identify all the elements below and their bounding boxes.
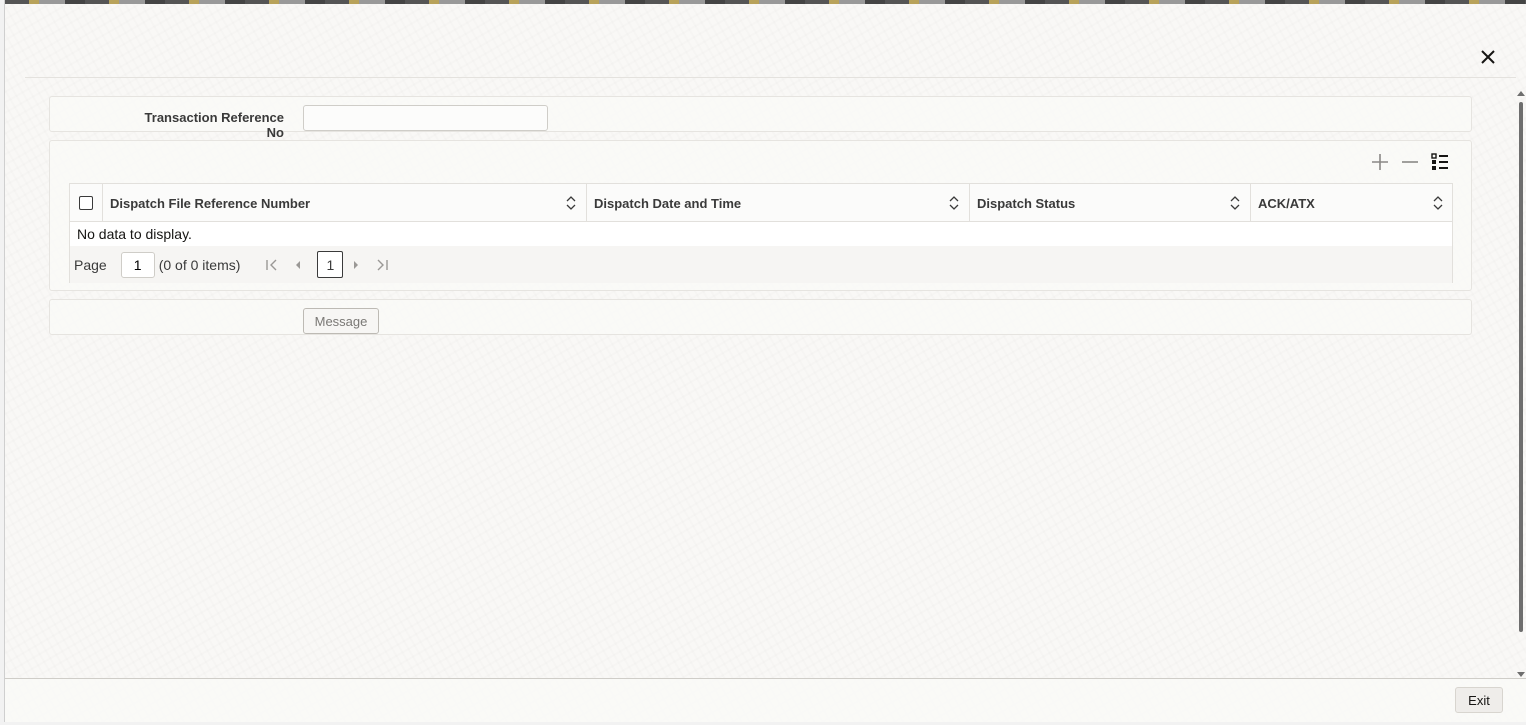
- pagination-bar: Page (0 of 0 items) 1: [70, 246, 1452, 283]
- column-list-button[interactable]: [1429, 151, 1451, 173]
- last-page-button[interactable]: [369, 252, 395, 278]
- column-label: ACK/ATX: [1258, 195, 1315, 211]
- first-page-icon: [266, 259, 277, 270]
- close-button[interactable]: [1477, 46, 1499, 68]
- column-list-icon: [1431, 153, 1448, 170]
- table-header: Dispatch File Reference Number Dispatch …: [70, 184, 1452, 222]
- column-label: Dispatch Status: [977, 195, 1076, 211]
- select-all-cell: [70, 184, 102, 222]
- vertical-scrollbar[interactable]: [1516, 90, 1526, 680]
- previous-page-button[interactable]: [285, 252, 311, 278]
- header-banner: [5, 0, 1526, 4]
- column-label: Dispatch Date and Time: [594, 195, 742, 211]
- sort-icon[interactable]: [556, 196, 586, 210]
- dialog-footer: Exit: [5, 678, 1526, 722]
- column-header-dispatch-status[interactable]: Dispatch Status: [969, 184, 1250, 222]
- reference-panel: Transaction Reference No: [49, 96, 1472, 140]
- header-divider: [25, 77, 1516, 78]
- first-page-button[interactable]: [259, 252, 285, 278]
- column-label: Dispatch File Reference Number: [110, 195, 311, 211]
- transaction-reference-input[interactable]: [303, 105, 548, 131]
- page-label: Page: [74, 256, 107, 273]
- delete-row-button[interactable]: [1399, 151, 1421, 173]
- empty-message: No data to display.: [77, 226, 192, 242]
- close-icon: [1481, 50, 1495, 64]
- grid-toolbar: [1369, 151, 1451, 173]
- dispatch-dialog: Transaction Reference No Dispatch File R…: [4, 0, 1526, 722]
- dispatch-grid-panel: Dispatch File Reference Number Dispatch …: [49, 140, 1472, 291]
- items-count: (0 of 0 items): [158, 256, 241, 273]
- add-row-button[interactable]: [1369, 151, 1391, 173]
- page-number-input[interactable]: [120, 251, 155, 278]
- last-page-icon: [377, 259, 389, 270]
- transaction-reference-label: Transaction Reference No: [144, 110, 284, 140]
- previous-page-icon: [296, 260, 301, 269]
- add-row-icon: [1372, 154, 1388, 170]
- sort-icon[interactable]: [939, 196, 969, 210]
- next-page-button[interactable]: [343, 252, 369, 278]
- message-panel: Message: [49, 299, 1472, 335]
- column-header-ack-atx[interactable]: ACK/ATX: [1250, 184, 1453, 222]
- delete-row-icon: [1402, 161, 1418, 163]
- column-header-dispatch-date-time[interactable]: Dispatch Date and Time: [586, 184, 969, 222]
- sort-icon[interactable]: [1423, 196, 1453, 210]
- message-button[interactable]: Message: [303, 308, 379, 334]
- scroll-thumb[interactable]: [1519, 102, 1523, 632]
- column-header-dispatch-file-ref[interactable]: Dispatch File Reference Number: [102, 184, 586, 222]
- sort-icon[interactable]: [1220, 196, 1250, 210]
- dispatch-table: Dispatch File Reference Number Dispatch …: [69, 183, 1453, 283]
- select-all-checkbox[interactable]: [79, 196, 93, 210]
- next-page-icon: [354, 260, 359, 269]
- scroll-up-arrow-icon[interactable]: [1517, 90, 1525, 98]
- current-page-button[interactable]: 1: [317, 251, 344, 278]
- exit-button[interactable]: Exit: [1455, 687, 1503, 713]
